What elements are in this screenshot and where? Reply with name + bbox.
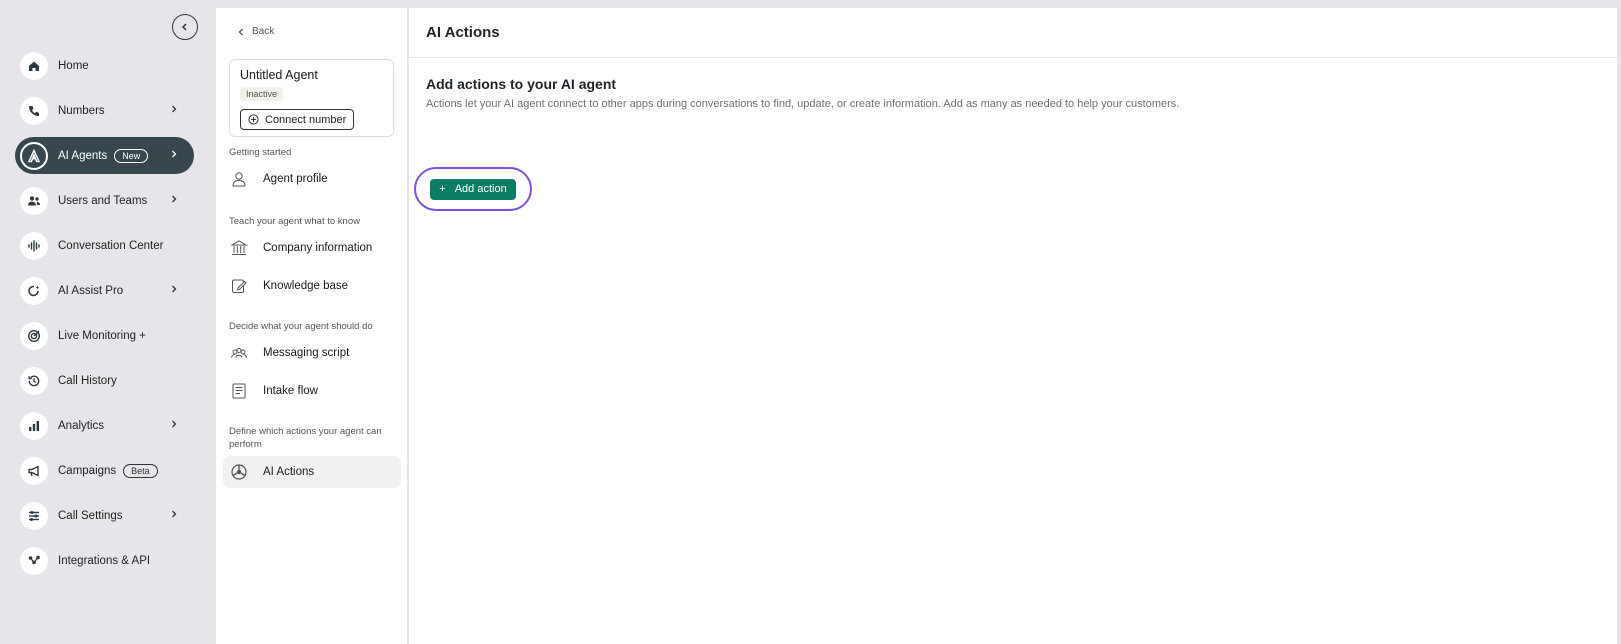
building-icon bbox=[229, 238, 249, 258]
back-link[interactable]: Back bbox=[238, 26, 274, 37]
sidebar-item-live-monitoring[interactable]: Live Monitoring + bbox=[15, 317, 194, 354]
menu-item-ai-actions[interactable]: AI Actions bbox=[223, 456, 401, 488]
sidebar-item-label: Integrations & API bbox=[58, 554, 151, 567]
ai-agent-icon bbox=[20, 141, 48, 170]
sliders-icon bbox=[20, 501, 48, 530]
page-title: AI Actions bbox=[426, 24, 500, 41]
sidebar-item-label: Call History bbox=[58, 374, 117, 387]
agent-card: Untitled Agent Inactive Connect number bbox=[229, 59, 394, 137]
sidebar-item-call-history[interactable]: Call History bbox=[15, 362, 194, 399]
menu-item-knowledge-base[interactable]: Knowledge base bbox=[223, 270, 401, 302]
ai-actions-section: Add actions to your AI agent Actions let… bbox=[409, 58, 1621, 211]
section-decide: Decide what your agent should do bbox=[229, 321, 373, 332]
sidebar-item-label: Users and Teams bbox=[58, 194, 148, 207]
ai-actions-icon bbox=[229, 462, 249, 482]
page-header: AI Actions bbox=[409, 8, 1621, 58]
chevron-right-icon bbox=[172, 105, 177, 113]
highlight-ring: + Add action bbox=[414, 167, 532, 211]
window-edge bbox=[1617, 8, 1621, 644]
waveform-icon bbox=[20, 231, 48, 260]
menu-item-label: Messaging script bbox=[263, 347, 350, 359]
sidebar-item-analytics[interactable]: Analytics bbox=[15, 407, 194, 444]
sidebar-item-label: AI Assist Pro bbox=[58, 284, 124, 297]
sidebar-item-label: Home bbox=[58, 59, 89, 72]
home-icon bbox=[20, 51, 48, 80]
sidebar-item-label: Live Monitoring + bbox=[58, 329, 146, 342]
phone-icon bbox=[20, 96, 48, 125]
chevron-left-icon bbox=[238, 28, 243, 35]
menu-item-messaging-script[interactable]: Messaging script bbox=[223, 337, 401, 369]
new-badge: New bbox=[114, 148, 149, 163]
plus-icon: + bbox=[439, 183, 446, 195]
sidebar-item-label: AI Agents bbox=[58, 149, 108, 162]
collapse-sidebar-button[interactable] bbox=[172, 14, 198, 40]
integrations-icon bbox=[20, 546, 48, 575]
bar-chart-icon bbox=[20, 411, 48, 440]
person-icon bbox=[229, 169, 249, 189]
add-action-label: Add action bbox=[454, 183, 507, 195]
main-content: AI Actions Add actions to your AI agent … bbox=[409, 8, 1621, 644]
chevron-right-icon bbox=[172, 285, 177, 293]
form-list-icon bbox=[229, 381, 249, 401]
edit-document-icon bbox=[229, 276, 249, 296]
section-define: Define which actions your agent can perf… bbox=[229, 426, 382, 450]
sidebar-item-label: Conversation Center bbox=[58, 239, 164, 252]
menu-item-company-information[interactable]: Company information bbox=[223, 232, 401, 264]
sidebar-item-ai-agents[interactable]: AI Agents New bbox=[15, 137, 194, 174]
ai-assist-icon bbox=[20, 276, 48, 305]
group-chat-icon bbox=[229, 343, 249, 363]
sidebar-item-home[interactable]: Home bbox=[15, 47, 194, 84]
agent-settings-panel: Back Untitled Agent Inactive Connect num… bbox=[216, 8, 408, 644]
sidebar-item-campaigns[interactable]: Campaigns Beta bbox=[15, 452, 194, 489]
history-icon bbox=[20, 366, 48, 395]
menu-item-label: Company information bbox=[263, 242, 373, 254]
add-action-button[interactable]: + Add action bbox=[430, 178, 516, 200]
sidebar-item-numbers[interactable]: Numbers bbox=[15, 92, 194, 129]
menu-item-label: Agent profile bbox=[263, 173, 328, 185]
megaphone-icon bbox=[20, 456, 48, 485]
chevron-right-icon bbox=[172, 420, 177, 428]
chevron-right-icon bbox=[172, 195, 177, 203]
connect-number-button[interactable]: Connect number bbox=[240, 109, 355, 130]
menu-item-intake-flow[interactable]: Intake flow bbox=[223, 375, 401, 407]
plus-circle-icon bbox=[248, 114, 259, 125]
section-heading: Add actions to your AI agent bbox=[426, 76, 617, 92]
status-badge: Inactive bbox=[240, 87, 284, 101]
radar-icon bbox=[20, 321, 48, 350]
sidebar-item-users-and-teams[interactable]: Users and Teams bbox=[15, 182, 194, 219]
sidebar-item-label: Analytics bbox=[58, 419, 105, 432]
section-teach: Teach your agent what to know bbox=[229, 216, 360, 227]
sidebar-item-conversation-center[interactable]: Conversation Center bbox=[15, 227, 194, 264]
sidebar-item-integrations-api[interactable]: Integrations & API bbox=[15, 542, 194, 579]
chevron-right-icon bbox=[172, 510, 177, 518]
sidebar-nav-list: Home Numbers AI Agents New Users and Tea… bbox=[15, 47, 194, 587]
section-description: Actions let your AI agent connect to oth… bbox=[426, 98, 1180, 110]
sidebar-item-label: Campaigns bbox=[58, 464, 117, 477]
chevron-left-icon bbox=[181, 23, 187, 31]
agent-name: Untitled Agent bbox=[240, 68, 318, 82]
section-getting-started: Getting started bbox=[229, 147, 292, 158]
chevron-right-icon bbox=[172, 150, 177, 158]
users-icon bbox=[20, 186, 48, 215]
sidebar-item-label: Numbers bbox=[58, 104, 105, 117]
menu-item-label: Knowledge base bbox=[263, 280, 349, 292]
menu-item-label: AI Actions bbox=[263, 466, 315, 478]
beta-badge: Beta bbox=[123, 463, 158, 478]
menu-item-label: Intake flow bbox=[263, 385, 318, 397]
sidebar-item-label: Call Settings bbox=[58, 509, 123, 522]
main-sidebar: Home Numbers AI Agents New Users and Tea… bbox=[0, 0, 216, 644]
back-label: Back bbox=[252, 26, 275, 37]
menu-item-agent-profile[interactable]: Agent profile bbox=[223, 163, 401, 195]
connect-number-label: Connect number bbox=[265, 113, 347, 126]
sidebar-item-call-settings[interactable]: Call Settings bbox=[15, 497, 194, 534]
sidebar-item-ai-assist-pro[interactable]: AI Assist Pro bbox=[15, 272, 194, 309]
